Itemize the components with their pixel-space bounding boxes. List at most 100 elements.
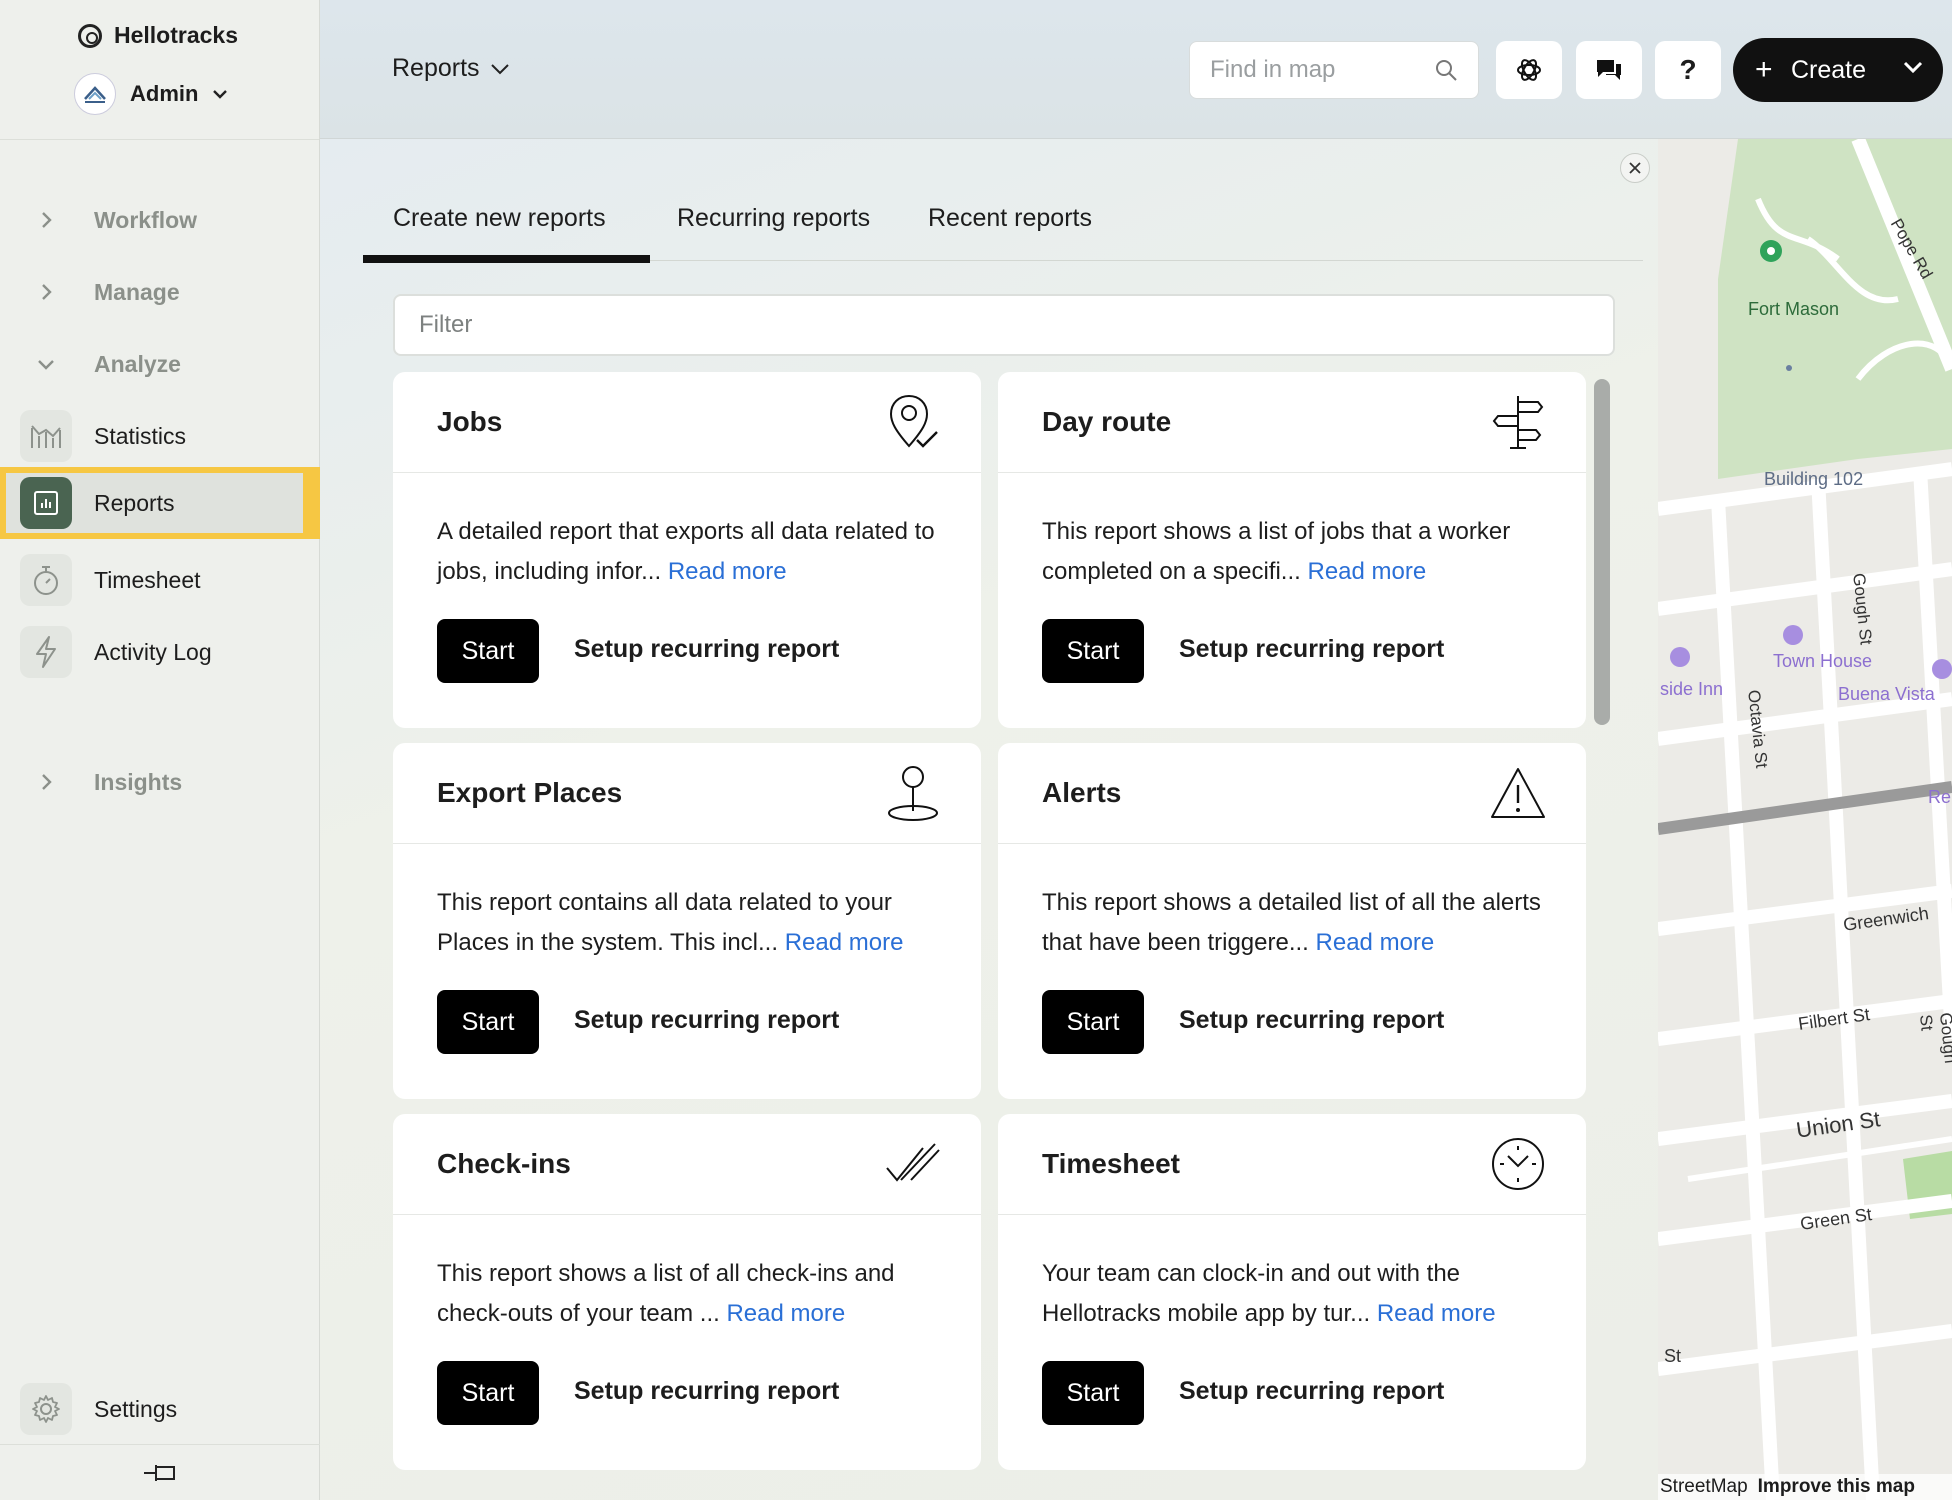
setup-recurring-report-button[interactable]: Setup recurring report [1179,1006,1444,1035]
nav-group-workflow[interactable]: Workflow [0,190,320,250]
sidebar-item-reports[interactable]: Reports [0,467,320,539]
card-description-text: This report shows a list of jobs that a … [1042,518,1511,585]
tab-recurring-reports[interactable]: Recurring reports [677,189,870,261]
card-description: This report shows a detailed list of all… [1042,883,1552,963]
sidebar-item-settings[interactable]: Settings [0,1378,320,1440]
pin-sidebar-button[interactable] [0,1444,320,1500]
map-label: Fort Mason [1748,299,1840,319]
setup-recurring-report-button[interactable]: Setup recurring report [574,635,839,664]
double-check-icon [886,1143,940,1182]
warning-triangle-icon [1491,768,1545,818]
chevron-down-icon [490,63,509,74]
scrollbar-thumb[interactable] [1594,379,1610,725]
sidebar-item-activity-log[interactable]: Activity Log [0,616,320,688]
map-label: Gough St [1915,1011,1952,1065]
start-button[interactable]: Start [1042,619,1144,683]
sidebar: Hellotracks Admin Workflow Manage Analyz… [0,0,320,1500]
report-card-export-places: Export Places This report contains all d… [393,743,981,1099]
card-title: Alerts [1042,777,1122,808]
read-more-link[interactable]: Read more [1316,929,1435,956]
chat-bubbles-icon [1597,60,1621,80]
start-button[interactable]: Start [1042,990,1144,1054]
map-tiles [1658,139,1952,1500]
nav-group-insights[interactable]: Insights [0,752,320,812]
account-switcher[interactable]: Admin [74,73,228,115]
card-description: A detailed report that exports all data … [437,512,947,592]
nav-group-manage[interactable]: Manage [0,262,320,322]
card-title: Day route [1042,406,1172,437]
create-button-label: Create [1791,55,1867,84]
tab-recent-reports[interactable]: Recent reports [928,189,1092,261]
improve-map-link[interactable]: Improve this map [1758,1476,1915,1498]
sidebar-item-label: Settings [94,1396,178,1422]
close-icon [1629,162,1641,174]
nav-group-analyze[interactable]: Analyze [0,334,320,394]
ai-assistant-button[interactable] [1496,41,1562,99]
lightning-icon [20,626,72,678]
chevron-down-icon [1903,61,1923,74]
start-button[interactable]: Start [437,619,539,683]
sidebar-item-label: Statistics [94,422,187,449]
reports-menu-label: Reports [392,54,480,82]
start-button[interactable]: Start [1042,1361,1144,1425]
card-description: This report shows a list of jobs that a … [1042,512,1552,592]
start-button[interactable]: Start [437,990,539,1054]
report-card-alerts: Alerts This report shows a detailed list… [998,743,1586,1099]
sidebar-item-label: Reports [94,489,175,516]
messages-button[interactable] [1576,41,1642,99]
brand[interactable]: Hellotracks [78,22,238,49]
help-button[interactable]: ? [1655,41,1721,99]
card-title: Timesheet [1042,1148,1180,1179]
map-attribution-source: StreetMap [1660,1476,1748,1497]
map-label: side Inn [1660,679,1724,699]
card-description: This report contains all data related to… [437,883,947,963]
nav-group-label: Analyze [94,350,181,377]
setup-recurring-report-button[interactable]: Setup recurring report [574,1006,839,1035]
search-icon [1436,60,1457,81]
filter-field[interactable] [393,294,1615,356]
setup-recurring-report-button[interactable]: Setup recurring report [1179,1377,1444,1406]
report-card-check-ins: Check-ins This report shows a list of al… [393,1114,981,1470]
card-header: Check-ins [393,1114,981,1215]
read-more-link[interactable]: Read more [785,929,904,956]
card-header: Timesheet [998,1114,1586,1215]
signpost-icon [1492,396,1544,449]
start-button[interactable]: Start [437,1361,539,1425]
place-pin-icon [888,766,938,821]
bayview-logo-icon [84,86,106,103]
card-description: Your team can clock-in and out with the … [1042,1254,1552,1334]
sidebar-item-label: Timesheet [94,566,201,593]
top-bar: Reports ? + Create [320,0,1952,139]
reports-menu[interactable]: Reports [392,54,510,83]
bar-chart-icon [20,410,72,462]
chevron-down-icon [213,90,228,99]
sidebar-item-timesheet[interactable]: Timesheet [0,544,320,616]
read-more-link[interactable]: Read more [1307,558,1426,585]
map-label: Buena Vista [1838,684,1935,704]
read-more-link[interactable]: Read more [1377,1300,1496,1327]
pin-icon [144,1464,175,1481]
setup-recurring-report-button[interactable]: Setup recurring report [1179,635,1444,664]
map-label: Town House [1773,651,1873,671]
filter-input[interactable] [419,311,1589,339]
close-panel-button[interactable] [1620,153,1650,183]
nav-group-label: Workflow [94,206,198,233]
clock-icon [1492,1138,1544,1190]
map-pin-check-icon [889,394,938,448]
report-card-timesheet: Timesheet Your team can clock-in and out… [998,1114,1586,1470]
card-title: Jobs [437,406,503,437]
report-tabs: Create new reports Recurring reports Rec… [363,189,1643,263]
read-more-link[interactable]: Read more [726,1300,845,1327]
sidebar-item-statistics[interactable]: Statistics [0,400,320,472]
map-view[interactable]: Fort Mason Pope Rd Building 102 Gough St… [1658,139,1952,1500]
read-more-link[interactable]: Read more [668,558,787,585]
account-name: Admin [130,81,199,106]
map-label: Building 102 [1764,469,1864,489]
search-input[interactable] [1210,56,1420,84]
chevron-right-icon [42,774,52,790]
map-attribution: StreetMap Improve this map [1658,1474,1952,1500]
find-in-map-search[interactable] [1189,41,1479,99]
create-button[interactable]: + Create [1733,38,1943,102]
setup-recurring-report-button[interactable]: Setup recurring report [574,1377,839,1406]
tab-create-new-reports[interactable]: Create new reports [363,189,650,263]
